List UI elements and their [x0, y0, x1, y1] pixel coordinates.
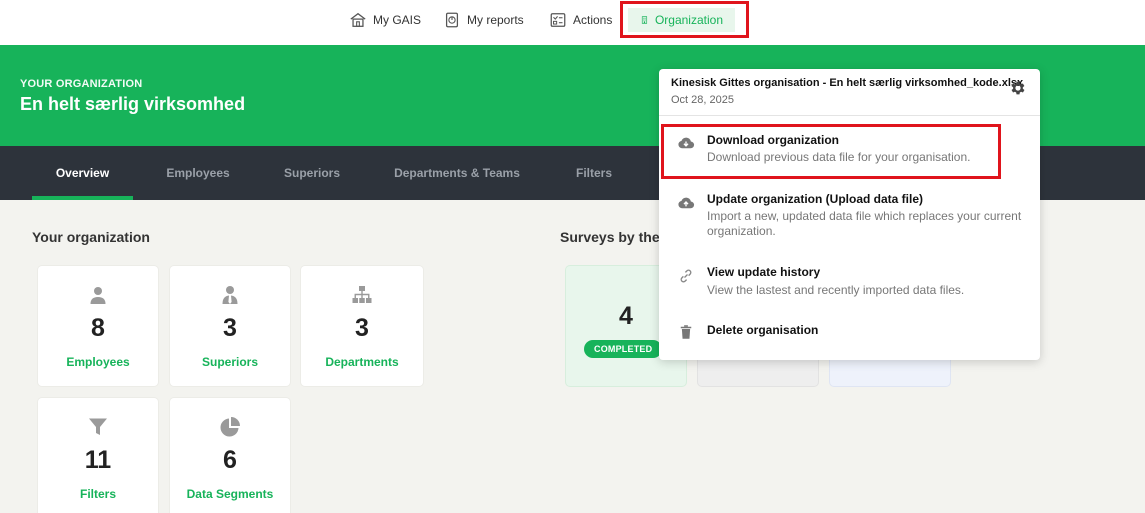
- stat-value: 8: [91, 314, 105, 342]
- highlight-box-organization: [620, 1, 749, 38]
- stat-card-filters[interactable]: 11 Filters: [38, 398, 158, 513]
- stat-label: Data Segments: [186, 487, 274, 501]
- filter-icon: [89, 418, 107, 435]
- link-icon: [680, 269, 692, 283]
- menu-item-description: View the lastest and recently imported d…: [707, 283, 965, 297]
- stat-label: Employees: [66, 355, 130, 369]
- stat-card-data-segments[interactable]: 6 Data Segments: [170, 398, 290, 513]
- menu-item-title: View update history: [707, 265, 821, 279]
- stat-value: 11: [84, 446, 112, 474]
- top-navigation: My GAIS My reports Actions Organization: [0, 0, 1145, 45]
- tab-filters[interactable]: Filters: [560, 146, 628, 200]
- organization-name: En helt særlig virksomhed: [20, 94, 246, 114]
- pie-icon: [220, 417, 240, 437]
- nav-my-reports-label: My reports: [467, 13, 524, 27]
- superior-icon: [222, 286, 238, 304]
- stat-card-departments[interactable]: 3 Departments: [301, 266, 423, 386]
- menu-item-delete-organisation[interactable]: Delete organisation: [659, 317, 1040, 347]
- menu-item-view-update-history[interactable]: View update history View the lastest and…: [659, 257, 1040, 303]
- nav-actions-label: Actions: [573, 13, 613, 27]
- menu-item-update-organization[interactable]: Update organization (Upload data file) I…: [659, 184, 1040, 246]
- stat-value: 3: [223, 314, 237, 342]
- cloud-upload-icon: [678, 197, 695, 209]
- hierarchy-icon: [352, 286, 372, 303]
- person-icon: [90, 287, 106, 304]
- tab-overview[interactable]: Overview: [32, 146, 133, 200]
- nav-actions[interactable]: Actions: [549, 8, 612, 32]
- stat-value: 6: [223, 446, 237, 474]
- stat-card-superiors[interactable]: 3 Superiors: [170, 266, 290, 386]
- trash-icon: [680, 325, 692, 339]
- data-file-name: Kinesisk Gittes organisation - En helt s…: [671, 77, 1024, 89]
- nav-my-reports[interactable]: My reports: [443, 8, 524, 32]
- menu-item-title: Delete organisation: [707, 323, 819, 337]
- banner-eyebrow: YOUR ORGANIZATION: [20, 78, 143, 90]
- tab-superiors[interactable]: Superiors: [268, 146, 356, 200]
- stat-card-employees[interactable]: 8 Employees: [38, 266, 158, 386]
- menu-divider: [659, 115, 1040, 116]
- highlight-box-download: [661, 124, 1001, 179]
- stat-label: Departments: [325, 355, 399, 369]
- menu-item-description: Import a new, updated data file which re…: [707, 209, 1022, 238]
- nav-my-gais-label: My GAIS: [373, 13, 422, 27]
- home-icon: [350, 12, 366, 27]
- status-badge-completed: COMPLETED: [584, 340, 663, 358]
- menu-item-title: Update organization (Upload data file): [707, 192, 924, 206]
- section-title-surveys: Surveys by the: [560, 229, 660, 245]
- section-title-your-organization: Your organization: [32, 229, 150, 245]
- stat-label: Superiors: [201, 355, 258, 369]
- stat-value: 3: [355, 314, 369, 342]
- nav-my-gais[interactable]: My GAIS: [349, 8, 421, 32]
- tab-departments-teams[interactable]: Departments & Teams: [384, 146, 530, 200]
- actions-icon: [550, 13, 566, 27]
- stat-label: Filters: [79, 487, 116, 501]
- organization-dropdown-menu: Kinesisk Gittes organisation - En helt s…: [659, 69, 1040, 360]
- reports-icon: [445, 12, 459, 28]
- gear-icon[interactable]: [1009, 79, 1027, 97]
- tab-employees[interactable]: Employees: [150, 146, 246, 200]
- data-file-date: Oct 28, 2025: [671, 94, 734, 106]
